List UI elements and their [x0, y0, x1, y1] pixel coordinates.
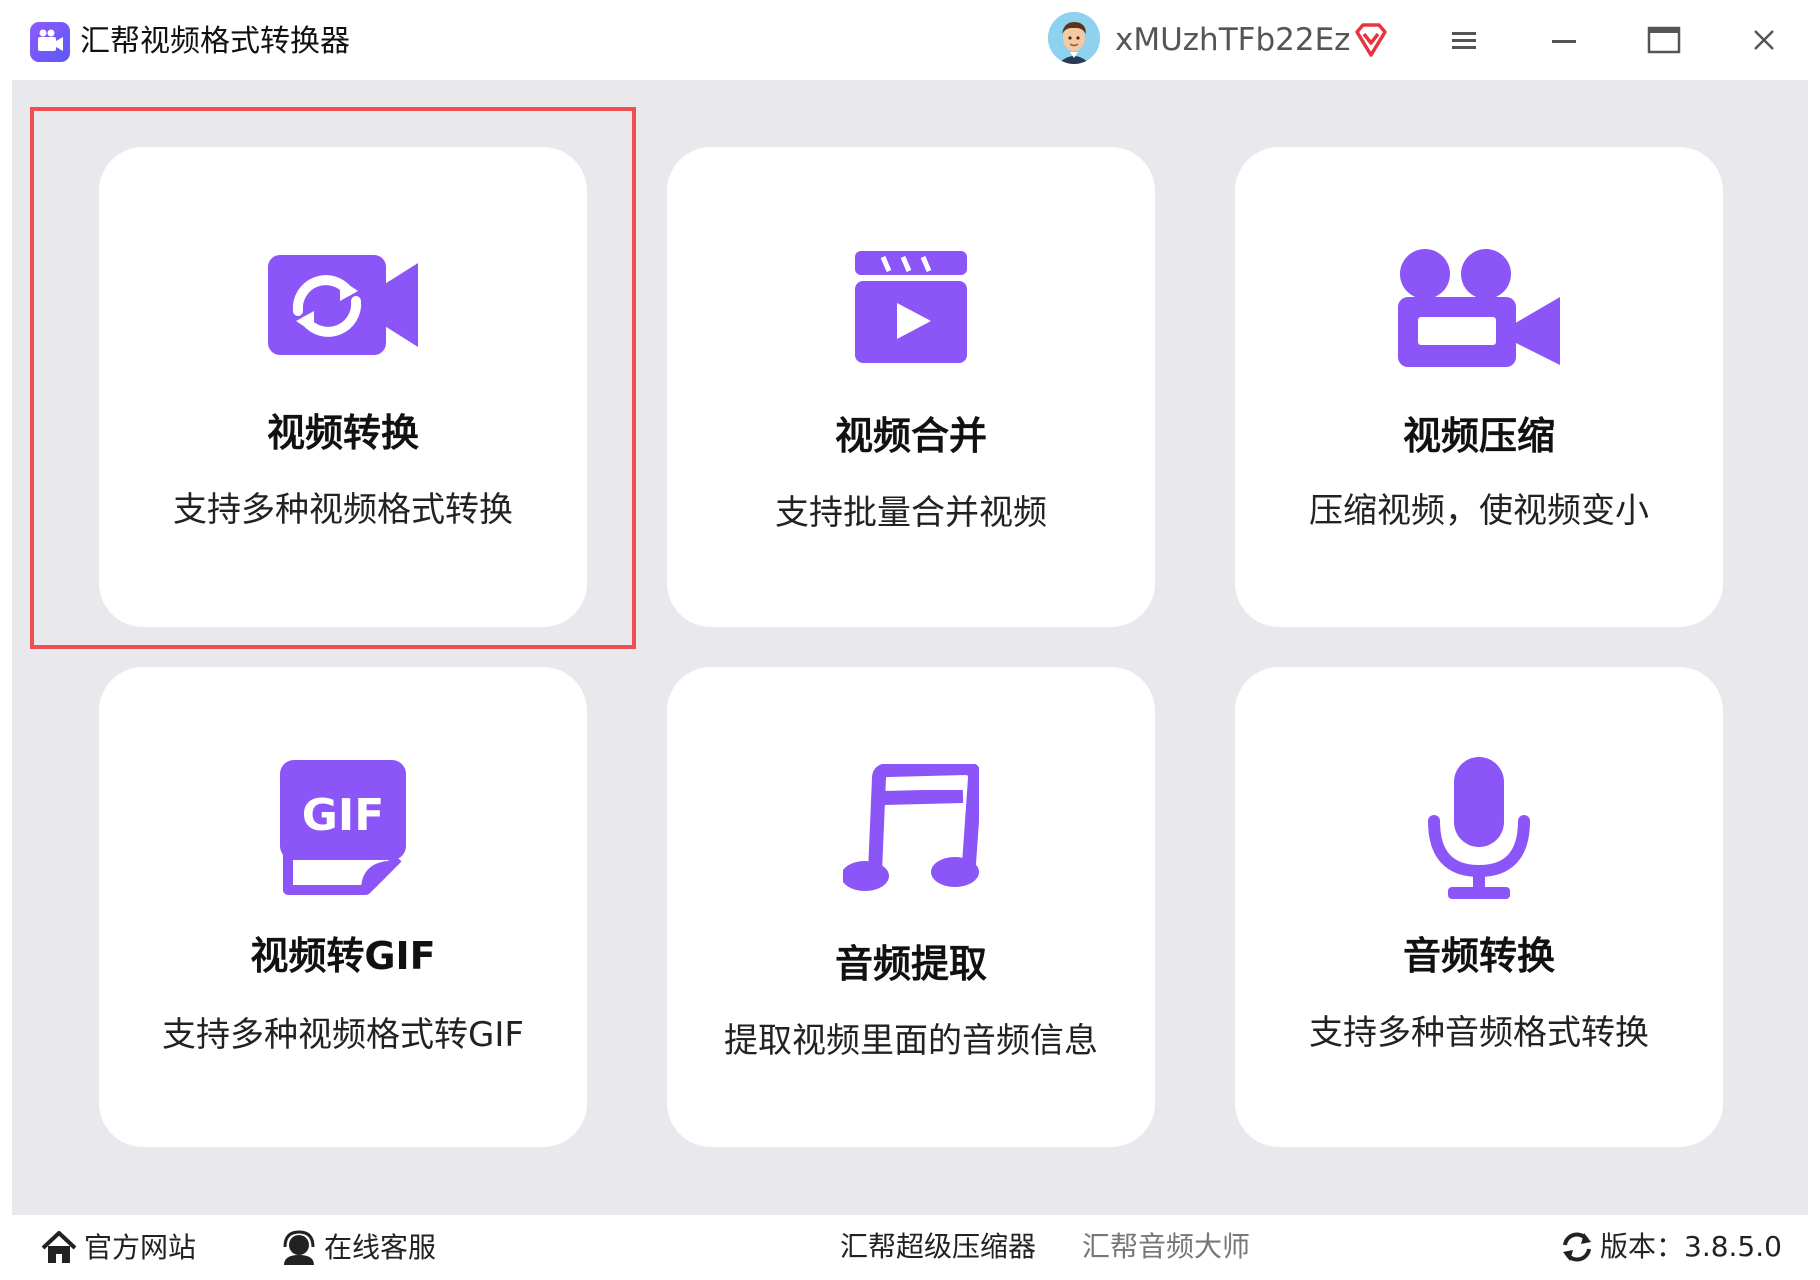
close-icon: [1754, 30, 1774, 50]
refresh-icon: [1563, 1232, 1591, 1262]
title-bar: 汇帮视频格式转换器 xMUzhTFb22Ez: [0, 0, 1820, 80]
official-website-label: 官方网站: [84, 1231, 197, 1264]
maximize-icon: [1647, 26, 1681, 54]
headset-support-icon: [283, 1230, 315, 1265]
official-website-link[interactable]: 官方网站: [40, 1229, 196, 1267]
video-clapper-icon: [667, 251, 1155, 363]
online-support-label: 在线客服: [324, 1231, 437, 1264]
hamburger-icon: [1452, 32, 1476, 49]
card-description: 压缩视频，使视频变小: [1309, 491, 1649, 531]
card-description: 提取视频里面的音频信息: [724, 1021, 1098, 1061]
version-label: 版本：3.8.5.0: [1600, 1230, 1782, 1263]
video-camera-icon: [1235, 247, 1723, 369]
app-title: 汇帮视频格式转换器: [80, 24, 350, 59]
gif-file-icon: GIF: [99, 760, 587, 896]
super-compressor-label: 汇帮超级压缩器: [840, 1230, 1037, 1263]
audio-master-label: 汇帮音频大师: [1082, 1230, 1251, 1263]
maximize-button[interactable]: [1640, 16, 1688, 64]
version-info[interactable]: 版本：3.8.5.0: [1560, 1229, 1782, 1265]
selection-highlight: [30, 107, 636, 649]
minimize-button[interactable]: [1540, 16, 1588, 64]
online-support-link[interactable]: 在线客服: [280, 1229, 436, 1267]
username[interactable]: xMUzhTFb22Ez: [1115, 20, 1350, 60]
card-video-to-gif[interactable]: GIF 视频转GIF 支持多种视频格式转GIF: [99, 667, 587, 1147]
card-title: 视频转GIF: [250, 934, 436, 978]
vip-diamond-icon[interactable]: [1353, 22, 1389, 58]
app-logo-icon: [30, 22, 70, 62]
microphone-icon: [1235, 757, 1723, 899]
super-compressor-link[interactable]: 汇帮超级压缩器: [840, 1229, 1036, 1265]
card-title: 音频提取: [834, 942, 987, 986]
audio-master-link[interactable]: 汇帮音频大师: [1082, 1229, 1250, 1265]
svg-text:GIF: GIF: [302, 790, 385, 841]
home-icon: [41, 1231, 77, 1263]
card-title: 视频压缩: [1402, 414, 1555, 458]
minimize-icon: [1552, 40, 1576, 43]
music-note-icon: [667, 764, 1155, 894]
close-button[interactable]: [1740, 16, 1788, 64]
card-video-merge[interactable]: 视频合并 支持批量合并视频: [667, 147, 1155, 627]
card-description: 支持多种音频格式转换: [1309, 1013, 1649, 1053]
card-audio-convert[interactable]: 音频转换 支持多种音频格式转换: [1235, 667, 1723, 1147]
card-title: 视频合并: [834, 414, 987, 458]
card-audio-extract[interactable]: 音频提取 提取视频里面的音频信息: [667, 667, 1155, 1147]
card-description: 支持批量合并视频: [775, 493, 1047, 533]
card-description: 支持多种视频格式转GIF: [162, 1015, 524, 1055]
user-avatar[interactable]: [1048, 12, 1100, 64]
card-title: 音频转换: [1402, 934, 1555, 978]
menu-button[interactable]: [1440, 16, 1488, 64]
footer-bar: 官方网站 在线客服 汇帮超级压缩器 汇帮音频大师 版本：3.8.5.0: [0, 1215, 1820, 1280]
card-video-compress[interactable]: 视频压缩 压缩视频，使视频变小: [1235, 147, 1723, 627]
